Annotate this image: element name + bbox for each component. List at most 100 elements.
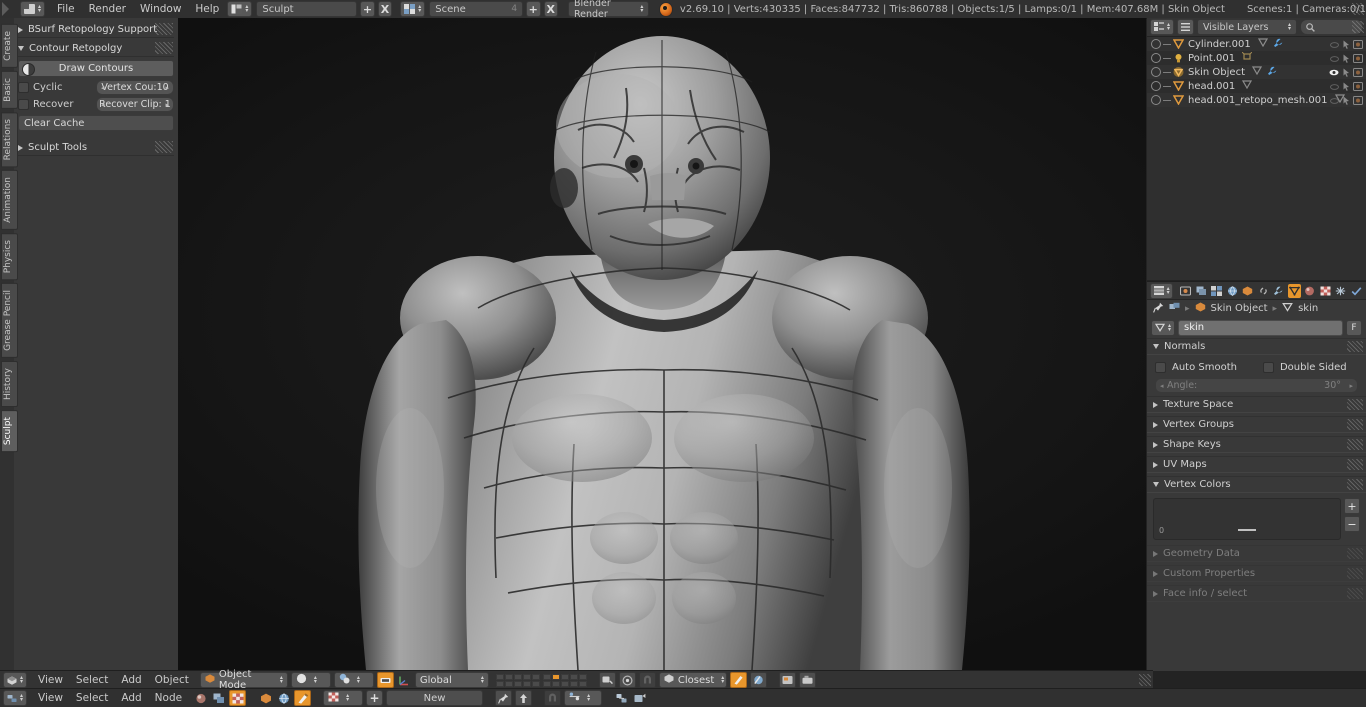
texture-nodes-tab-icon[interactable] xyxy=(229,690,247,706)
screen-layout-field[interactable]: Sculpt xyxy=(256,1,358,17)
draw-contours-button[interactable]: Draw Contours xyxy=(18,60,174,77)
render-engine-selector[interactable]: Blender Render ▴ ▾ xyxy=(567,0,650,20)
texture-type-spinner[interactable]: ▴ ▾ xyxy=(346,693,349,703)
lamp-data-icon[interactable] xyxy=(1241,51,1253,64)
mesh-data-icon[interactable] xyxy=(1242,80,1253,92)
list-item[interactable]: head.001 xyxy=(1147,79,1366,93)
browse-mesh-data-icon[interactable]: ▴ ▾ xyxy=(1151,319,1175,336)
tab-object-data[interactable] xyxy=(1287,283,1302,298)
header-resize-grip[interactable] xyxy=(1352,3,1364,15)
snap-target-selector[interactable]: Closest ▴ ▾ xyxy=(658,672,727,688)
stepper-left-arrow-icon[interactable]: ◂ xyxy=(101,101,105,109)
panel-header-contour-retopology[interactable]: Contour Retopolgy xyxy=(18,41,174,57)
section-header-vertex-colors[interactable]: Vertex Colors xyxy=(1147,476,1366,493)
menu-view[interactable]: View xyxy=(38,692,63,704)
layer-cell[interactable] xyxy=(495,673,504,680)
layer-cell[interactable] xyxy=(504,680,513,687)
vertex-colors-listbox[interactable]: 0 xyxy=(1153,498,1341,540)
clear-cache-button[interactable]: Clear Cache xyxy=(18,115,174,131)
restrict-select-toggle[interactable] xyxy=(1340,39,1352,50)
shader-nodes-tab-icon[interactable] xyxy=(193,691,208,705)
breadcrumb-object-name[interactable]: Skin Object xyxy=(1211,303,1268,314)
layer-cell[interactable] xyxy=(531,680,540,687)
tab-scene[interactable] xyxy=(1210,284,1223,298)
editor-type-outliner-selector[interactable]: ▴ ▾ xyxy=(1150,19,1174,35)
layer-cell[interactable] xyxy=(531,673,540,680)
layer-cell[interactable] xyxy=(504,673,513,680)
tab-object[interactable] xyxy=(1241,284,1254,298)
section-header-face-info-select[interactable]: Face info / select xyxy=(1147,585,1366,602)
new-node-tree-icon-button[interactable]: + xyxy=(366,690,384,706)
restrict-render-toggle[interactable] xyxy=(1352,81,1364,92)
add-screen-button[interactable]: + xyxy=(360,1,375,17)
menu-view[interactable]: View xyxy=(38,674,63,686)
menu-window[interactable]: Window xyxy=(140,3,181,15)
editor-type-view3d-selector[interactable]: ▴ ▾ xyxy=(3,672,27,688)
stepper-right-arrow-icon[interactable]: ▸ xyxy=(1349,382,1353,390)
render-engine-spinner[interactable]: ▴ ▾ xyxy=(640,4,643,14)
opengl-render-animation-button[interactable] xyxy=(749,672,767,688)
layer-cell[interactable] xyxy=(513,680,522,687)
opengl-render-button[interactable] xyxy=(729,672,747,688)
menu-add[interactable]: Add xyxy=(121,674,141,686)
layer-cell[interactable] xyxy=(495,680,504,687)
datablock-spinner[interactable]: ▴ ▾ xyxy=(1168,322,1171,332)
section-header-custom-properties[interactable]: Custom Properties xyxy=(1147,565,1366,582)
mesh-data-icon[interactable] xyxy=(1251,66,1263,78)
tab-physics[interactable] xyxy=(1334,284,1347,298)
browse-context-icon[interactable] xyxy=(1169,302,1180,315)
restrict-view-toggle[interactable] xyxy=(1328,39,1340,50)
layer-cell[interactable] xyxy=(578,673,587,680)
restrict-view-toggle[interactable] xyxy=(1328,81,1340,92)
tab-constraints[interactable] xyxy=(1257,284,1270,298)
list-item[interactable]: Skin Object xyxy=(1147,65,1366,79)
interaction-mode-selector[interactable]: Object Mode ▴ ▾ xyxy=(199,669,288,691)
pin-icon[interactable] xyxy=(1153,302,1164,316)
expand-toggle-icon[interactable] xyxy=(1151,81,1161,91)
stepper-right-arrow-icon[interactable]: ▸ xyxy=(165,84,169,92)
scene-spinner[interactable]: ▴ ▾ xyxy=(418,4,421,14)
menu-help[interactable]: Help xyxy=(195,3,219,15)
tab-particles[interactable] xyxy=(1350,284,1363,298)
restrict-select-toggle[interactable] xyxy=(1340,53,1352,64)
tab-material[interactable] xyxy=(1303,284,1316,298)
menu-object[interactable]: Object xyxy=(155,674,189,686)
fake-user-button[interactable]: F xyxy=(1346,319,1362,336)
go-to-parent-node-tree-button[interactable] xyxy=(515,690,533,706)
render-camera-button[interactable] xyxy=(798,672,816,688)
snap-node-magnet-button[interactable] xyxy=(544,690,562,706)
node-backdrop-button[interactable] xyxy=(632,691,647,705)
interaction-mode-spinner[interactable]: ▴ ▾ xyxy=(280,675,283,685)
stepper-left-arrow-icon[interactable]: ◂ xyxy=(101,84,105,92)
editor-type-spinner[interactable]: ▴ ▾ xyxy=(38,4,41,14)
cyclic-checkbox[interactable] xyxy=(18,82,29,93)
auto-smooth-checkbox[interactable] xyxy=(1155,361,1166,373)
list-resize-grip[interactable] xyxy=(1238,529,1256,531)
expand-toggle-icon[interactable] xyxy=(1151,39,1161,49)
viewport-3d[interactable] xyxy=(178,18,1146,670)
expand-toggle-icon[interactable] xyxy=(1151,95,1161,105)
layer-block-first[interactable] xyxy=(495,673,540,687)
restrict-render-toggle[interactable] xyxy=(1352,39,1364,50)
transform-orientation-selector[interactable]: Global ▴ ▾ xyxy=(414,672,489,688)
layer-cell[interactable] xyxy=(578,680,587,687)
wrench-icon[interactable] xyxy=(1267,66,1278,79)
menu-add[interactable]: Add xyxy=(121,692,141,704)
tab-texture[interactable] xyxy=(1319,284,1332,298)
restrict-render-toggle[interactable] xyxy=(1352,95,1364,106)
restrict-select-toggle[interactable] xyxy=(1340,67,1352,78)
scene-icon-box[interactable]: ▴ ▾ xyxy=(400,1,426,17)
expand-toggle-icon[interactable] xyxy=(1151,53,1161,63)
recover-checkbox[interactable] xyxy=(18,99,29,110)
node-pin-button[interactable] xyxy=(495,690,513,706)
texture-type-selector[interactable]: ▴ ▾ xyxy=(323,690,364,706)
recover-clip-stepper[interactable]: ◂ Recover Clip: 1 ▸ xyxy=(96,97,174,112)
viewport-shading-spinner[interactable]: ▴ ▾ xyxy=(314,675,317,685)
delete-scene-button[interactable]: X xyxy=(543,1,558,17)
compositing-nodes-tab-icon[interactable] xyxy=(211,691,226,705)
list-item[interactable]: Cylinder.001 xyxy=(1147,37,1366,51)
layer-cell[interactable] xyxy=(522,680,531,687)
pivot-point-selector[interactable]: ▴ ▾ xyxy=(333,672,374,688)
lock-to-scene-button[interactable] xyxy=(598,672,616,688)
node-snap-target-selector[interactable]: ▴ ▾ xyxy=(564,690,603,706)
